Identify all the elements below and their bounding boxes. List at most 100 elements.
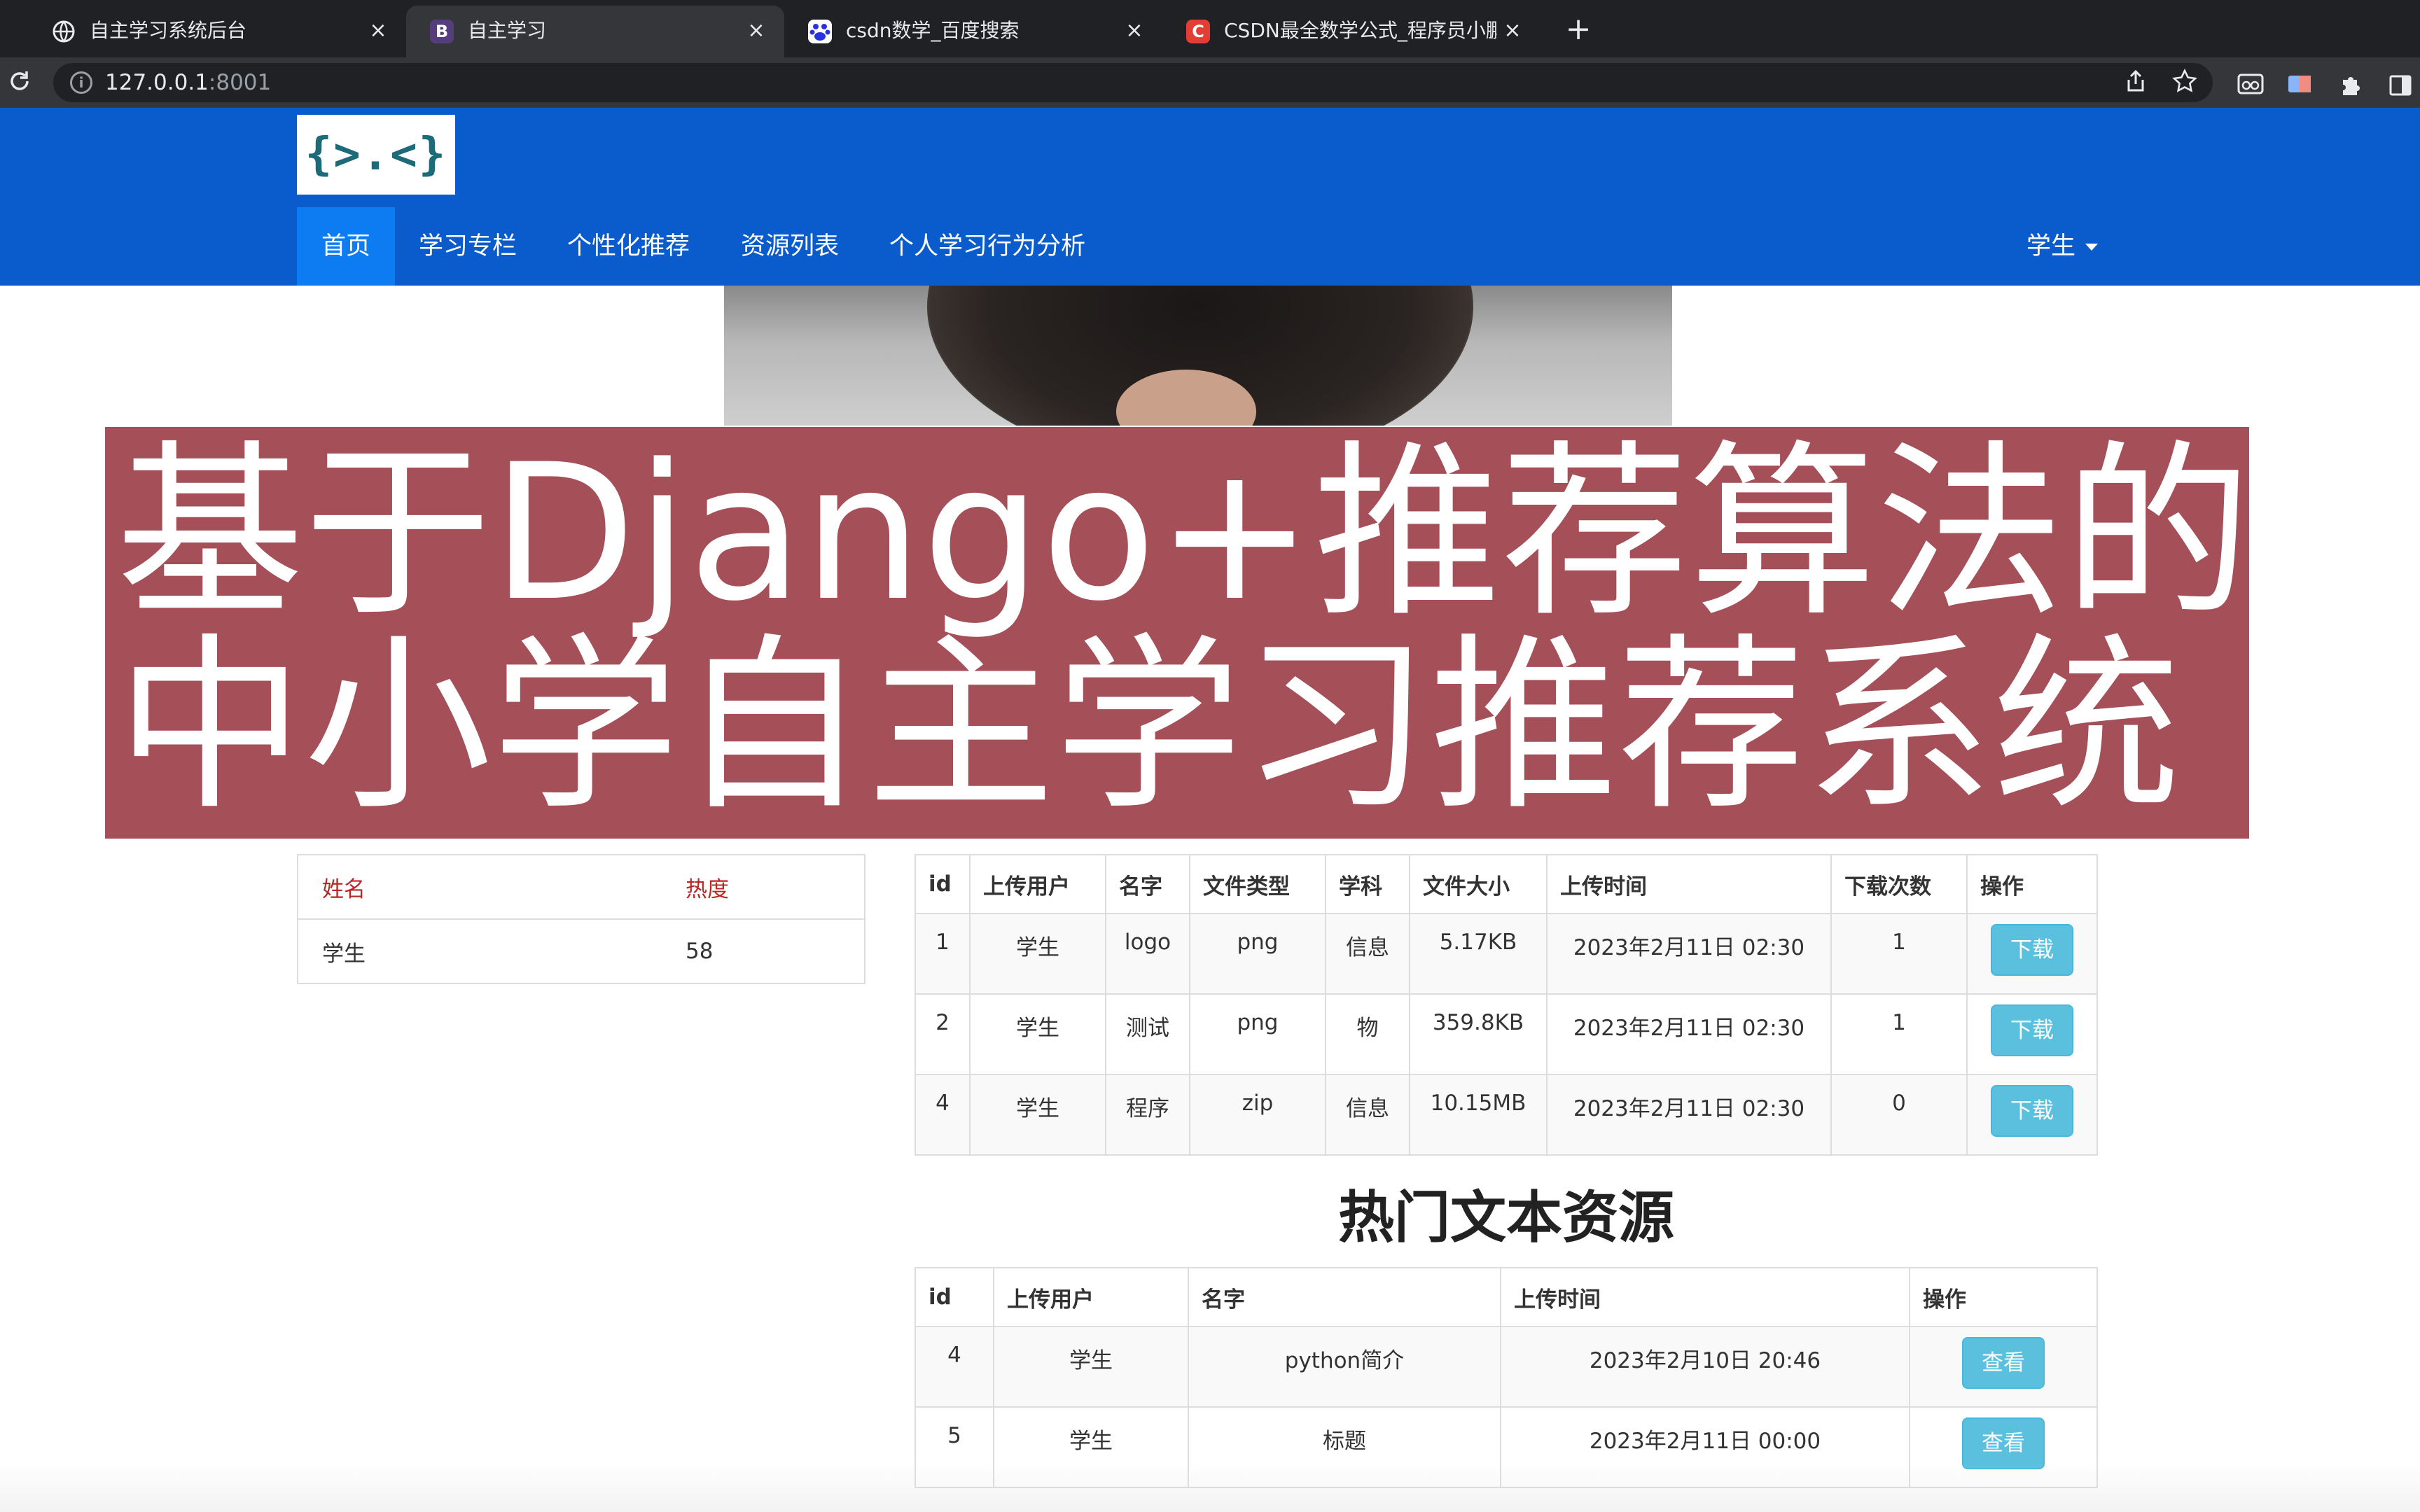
table-row: 5 学生 标题 2023年2月11日 00:00 查看 (915, 1406, 2098, 1488)
cell-subject: 信息 (1325, 1074, 1410, 1156)
cell-user: 学生 (993, 1326, 1189, 1408)
cell-action: 查看 (1909, 1406, 2098, 1488)
share-icon[interactable] (2122, 69, 2150, 97)
cell-name: 程序 (1105, 1074, 1190, 1156)
site-logo[interactable]: {>.<} (297, 115, 455, 195)
cell-type: png (1189, 993, 1326, 1075)
cell-time: 2023年2月11日 00:00 (1500, 1406, 1910, 1488)
nav-learning-analysis[interactable]: 个人学习行为分析 (889, 207, 1085, 286)
download-button[interactable]: 下载 (1991, 1004, 2073, 1056)
cell-time: 2023年2月11日 02:30 (1546, 913, 1832, 995)
heat-cell: 58 (686, 939, 714, 964)
table-row: 2 学生 测试 png 物 359.8KB 2023年2月11日 02:30 1… (915, 993, 2098, 1075)
cell-user: 学生 (969, 1074, 1106, 1156)
cell-id: 1 (915, 913, 971, 995)
nav-study-column[interactable]: 学习专栏 (419, 207, 517, 286)
user-menu-dropdown[interactable]: 学生 (2026, 207, 2099, 286)
reload-icon[interactable] (4, 67, 35, 98)
bootstrap-b-icon: B (430, 20, 454, 43)
cell-subject: 物 (1325, 993, 1410, 1075)
tab-self-study[interactable]: B 自主学习 × (406, 6, 784, 57)
close-tab-icon[interactable]: × (1120, 17, 1148, 45)
carousel-image (724, 286, 1672, 426)
cell-name: 标题 (1188, 1406, 1501, 1488)
cell-user: 学生 (993, 1406, 1189, 1488)
text-resources-table: id 上传用户 名字 上传时间 操作 4 学生 python简介 2023年2月… (915, 1267, 2098, 1488)
caret-down-icon (2085, 244, 2099, 251)
cell-name: 测试 (1105, 993, 1190, 1075)
browser-tab-strip: 自主学习系统后台 × B 自主学习 × csdn数学_百度搜索 × C CSDN… (0, 0, 2420, 57)
baidu-paw-icon (808, 20, 832, 43)
download-button[interactable]: 下载 (1991, 1085, 2073, 1137)
url-text: 127.0.0.1:8001 (105, 70, 272, 95)
column-header: 文件大小 (1409, 854, 1548, 914)
section-title: 热门文本资源 (1338, 1185, 1674, 1250)
close-tab-icon[interactable]: × (742, 17, 770, 45)
tab-title: 自主学习 (468, 19, 547, 42)
cell-type: png (1189, 913, 1326, 995)
cell-downloads: 0 (1830, 1074, 1968, 1156)
cell-size: 359.8KB (1409, 993, 1548, 1075)
table-row: 学生 58 (298, 919, 865, 983)
column-header-name: 姓名 (298, 855, 662, 920)
bookmark-star-icon[interactable] (2171, 68, 2199, 97)
table-row: 1 学生 logo png 信息 5.17KB 2023年2月11日 02:30… (915, 913, 2098, 995)
view-button[interactable]: 查看 (1962, 1418, 2045, 1469)
table-row: 4 学生 python简介 2023年2月10日 20:46 查看 (915, 1326, 2098, 1408)
globe-icon (52, 20, 76, 43)
table-header-row: 姓名 热度 (298, 855, 865, 920)
column-header: 名字 (1105, 854, 1190, 914)
column-header: 操作 (1966, 854, 2098, 914)
cell-id: 4 (915, 1326, 994, 1408)
close-tab-icon[interactable]: × (364, 17, 392, 45)
url-field[interactable]: i 127.0.0.1:8001 (53, 63, 2213, 102)
close-tab-icon[interactable]: × (1498, 17, 1527, 45)
cell-id: 5 (915, 1406, 994, 1488)
cell-name: python简介 (1188, 1326, 1501, 1408)
tab-baidu-search[interactable]: csdn数学_百度搜索 × (784, 6, 1162, 57)
column-header: 下载次数 (1830, 854, 1968, 914)
site-info-icon[interactable]: i (70, 71, 92, 94)
tab-title: CSDN最全数学公式_程序员小鹏 (1224, 19, 1497, 42)
table-header-row: id 上传用户 名字 上传时间 操作 (915, 1267, 2098, 1327)
cell-subject: 信息 (1325, 913, 1410, 995)
new-tab-button[interactable]: + (1559, 10, 1598, 49)
column-header: id (915, 854, 971, 914)
files-table: id 上传用户 名字 文件类型 学科 文件大小 上传时间 下载次数 操作 1 学… (915, 854, 2098, 1156)
tab-csdn[interactable]: C CSDN最全数学公式_程序员小鹏 × (1162, 6, 1541, 57)
column-header: id (915, 1267, 994, 1327)
column-header: 操作 (1909, 1267, 2098, 1327)
nav-home[interactable]: 首页 (297, 207, 395, 286)
download-button[interactable]: 下载 (1991, 924, 2073, 976)
cell-action: 下载 (1966, 993, 2098, 1075)
translate-extension-icon[interactable] (2286, 73, 2314, 95)
column-header: 上传时间 (1546, 854, 1832, 914)
side-panel-icon[interactable] (2386, 73, 2414, 96)
title-banner: 基于Django+推荐算法的 中小学自主学习推荐系统 (105, 427, 2249, 839)
cell-downloads: 1 (1830, 993, 1968, 1075)
address-bar-row: i 127.0.0.1:8001 (0, 57, 2420, 108)
banner-title-line2: 中小学自主学习推荐系统 (116, 617, 2181, 836)
site-navbar: {>.<} 首页 学习专栏 个性化推荐 资源列表 个人学习行为分析 学生 (0, 108, 2420, 286)
reader-extension-icon[interactable] (2237, 73, 2265, 95)
cell-time: 2023年2月11日 02:30 (1546, 993, 1832, 1075)
cell-time: 2023年2月11日 02:30 (1546, 1074, 1832, 1156)
cell-type: zip (1189, 1074, 1326, 1156)
nav-personal-recommend[interactable]: 个性化推荐 (567, 207, 690, 286)
cell-size: 10.15MB (1409, 1074, 1548, 1156)
tab-title: 自主学习系统后台 (90, 19, 247, 42)
column-header: 学科 (1325, 854, 1410, 914)
puzzle-extensions-icon[interactable] (2336, 73, 2364, 95)
table-header-row: id 上传用户 名字 文件类型 学科 文件大小 上传时间 下载次数 操作 (915, 854, 2098, 914)
tab-admin[interactable]: 自主学习系统后台 × (28, 6, 406, 57)
cell-action: 查看 (1909, 1326, 2098, 1408)
column-header-heat: 热度 (662, 855, 865, 920)
column-header: 上传用户 (993, 1267, 1189, 1327)
column-header: 上传用户 (969, 854, 1106, 914)
cell-time: 2023年2月10日 20:46 (1500, 1326, 1910, 1408)
view-button[interactable]: 查看 (1962, 1337, 2045, 1389)
nav-resource-list[interactable]: 资源列表 (741, 207, 839, 286)
cell-action: 下载 (1966, 1074, 2098, 1156)
column-header: 名字 (1188, 1267, 1501, 1327)
cell-id: 2 (915, 993, 971, 1075)
